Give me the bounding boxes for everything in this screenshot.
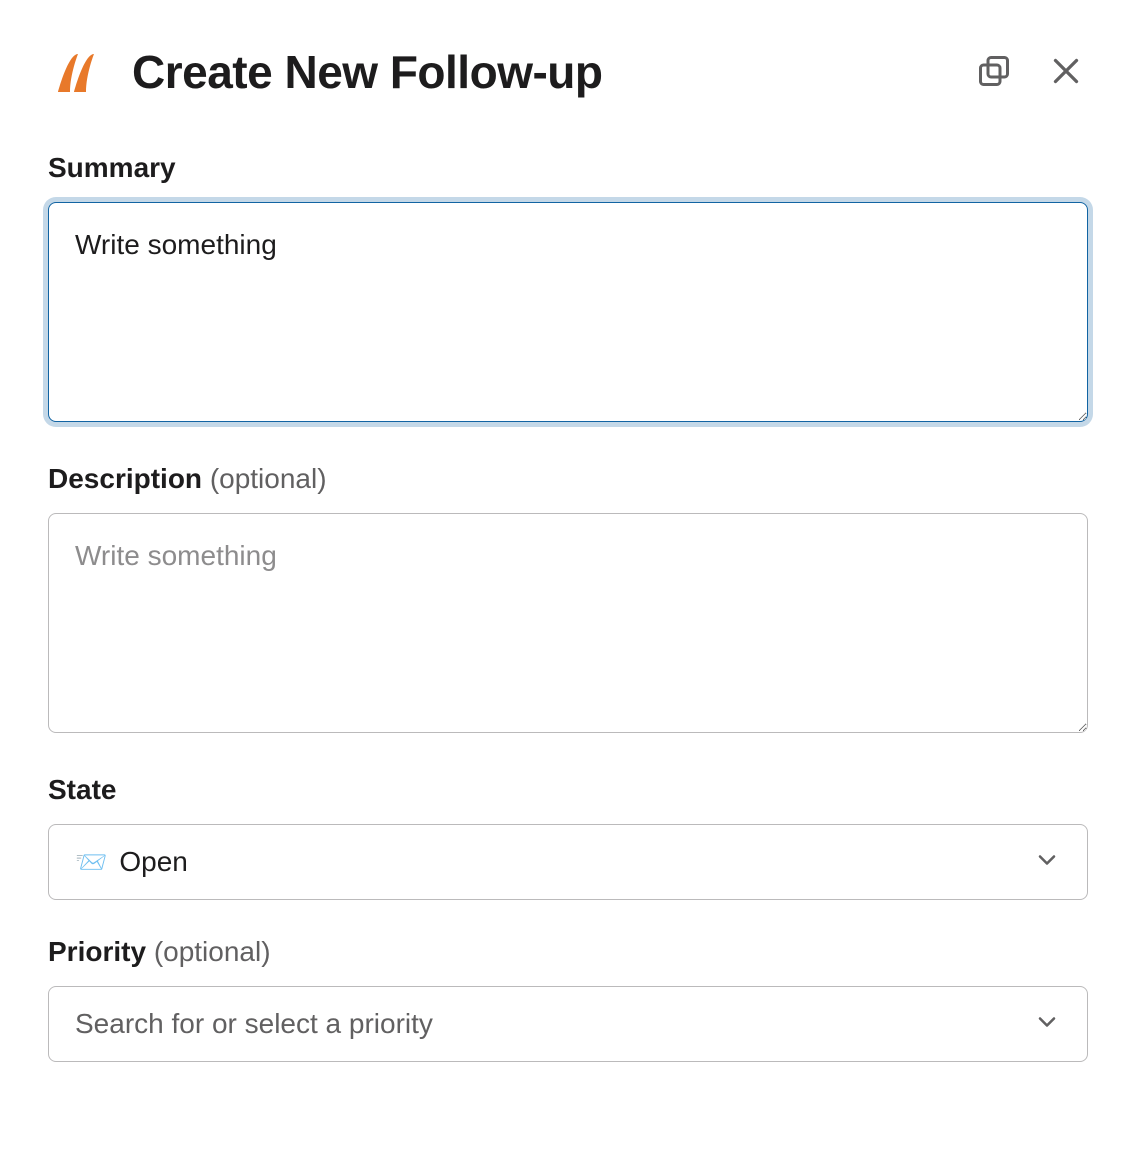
description-input[interactable]: [48, 513, 1088, 733]
summary-input[interactable]: [48, 202, 1088, 422]
header-actions: [972, 50, 1088, 94]
modal-header: Create New Follow-up: [48, 44, 1088, 100]
state-select[interactable]: 📨 Open: [48, 824, 1088, 900]
description-optional-text: (optional): [210, 463, 327, 494]
state-group: State 📨 Open: [48, 774, 1088, 900]
priority-label: Priority (optional): [48, 936, 1088, 968]
priority-group: Priority (optional) Search for or select…: [48, 936, 1088, 1062]
close-button[interactable]: [1044, 50, 1088, 94]
modal-title: Create New Follow-up: [132, 45, 602, 99]
chevron-down-icon: [1033, 846, 1061, 879]
priority-select-placeholder: Search for or select a priority: [75, 1008, 433, 1040]
chevron-down-icon: [1033, 1008, 1061, 1041]
popout-button[interactable]: [972, 50, 1016, 94]
close-icon: [1048, 53, 1084, 92]
summary-group: Summary: [48, 152, 1088, 427]
summary-label: Summary: [48, 152, 1088, 184]
description-group: Description (optional): [48, 463, 1088, 738]
state-select-content: 📨 Open: [75, 846, 188, 878]
envelope-icon: 📨: [75, 847, 107, 878]
state-select-value: Open: [119, 846, 188, 878]
state-label: State: [48, 774, 1088, 806]
popout-icon: [976, 53, 1012, 92]
priority-optional-text: (optional): [154, 936, 271, 967]
app-logo-icon: [48, 44, 104, 100]
priority-label-text: Priority: [48, 936, 146, 967]
description-label-text: Description: [48, 463, 202, 494]
description-label: Description (optional): [48, 463, 1088, 495]
header-left: Create New Follow-up: [48, 44, 602, 100]
priority-select[interactable]: Search for or select a priority: [48, 986, 1088, 1062]
